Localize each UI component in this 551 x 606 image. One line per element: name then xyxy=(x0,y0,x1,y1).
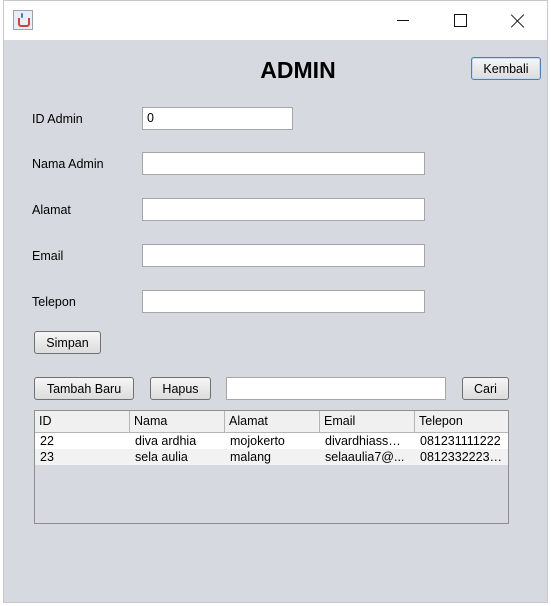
table-cell: malang xyxy=(230,450,271,464)
back-button[interactable]: Kembali xyxy=(471,57,541,80)
add-new-button[interactable]: Tambah Baru xyxy=(34,377,134,400)
column-header-email[interactable]: Email xyxy=(320,411,415,432)
alamat-field[interactable] xyxy=(142,198,425,221)
table-row[interactable]: 23 sela aulia malang selaaulia7@... 0812… xyxy=(35,449,508,465)
table-cell: 081233222333 xyxy=(420,450,504,464)
delete-button[interactable]: Hapus xyxy=(150,377,211,400)
table-cell: sela aulia xyxy=(135,450,188,464)
column-header-telepon[interactable]: Telepon xyxy=(415,411,508,432)
minimize-icon[interactable] xyxy=(380,1,426,40)
nama-admin-field[interactable] xyxy=(142,152,425,175)
table-cell: diva ardhia xyxy=(135,434,197,448)
column-header-id[interactable]: ID xyxy=(35,411,130,432)
java-cup-icon xyxy=(13,10,33,30)
close-icon[interactable] xyxy=(495,1,541,40)
search-input[interactable] xyxy=(226,377,446,400)
column-header-nama[interactable]: Nama xyxy=(130,411,225,432)
column-header-alamat[interactable]: Alamat xyxy=(225,411,320,432)
table-cell: 081231111222 xyxy=(420,434,501,448)
telepon-label: Telepon xyxy=(32,295,76,309)
save-button[interactable]: Simpan xyxy=(34,331,101,354)
search-button[interactable]: Cari xyxy=(462,377,509,400)
table-cell: 22 xyxy=(40,434,54,448)
table-cell: selaaulia7@... xyxy=(325,450,405,464)
alamat-label: Alamat xyxy=(32,203,71,217)
maximize-icon[interactable] xyxy=(437,1,483,40)
email-field[interactable] xyxy=(142,244,425,267)
id-admin-label: ID Admin xyxy=(32,112,83,126)
id-admin-field[interactable]: 0 xyxy=(142,107,293,130)
table-cell: mojokerto xyxy=(230,434,285,448)
page-title: ADMIN xyxy=(260,57,336,83)
telepon-field[interactable] xyxy=(142,290,425,313)
table-cell: 23 xyxy=(40,450,54,464)
table-cell: divardhiass@... xyxy=(325,434,412,448)
table-header: ID Nama Alamat Email Telepon xyxy=(35,411,508,433)
nama-admin-label: Nama Admin xyxy=(32,157,104,171)
table-body: 22 diva ardhia mojokerto divardhiass@...… xyxy=(35,433,508,465)
title-bar xyxy=(4,1,547,40)
admin-table[interactable]: ID Nama Alamat Email Telepon 22 diva ard… xyxy=(34,410,509,524)
email-label: Email xyxy=(32,249,64,263)
admin-window: ADMIN Kembali ID Admin 0 Nama Admin Alam… xyxy=(3,0,548,603)
table-row[interactable]: 22 diva ardhia mojokerto divardhiass@...… xyxy=(35,433,508,449)
